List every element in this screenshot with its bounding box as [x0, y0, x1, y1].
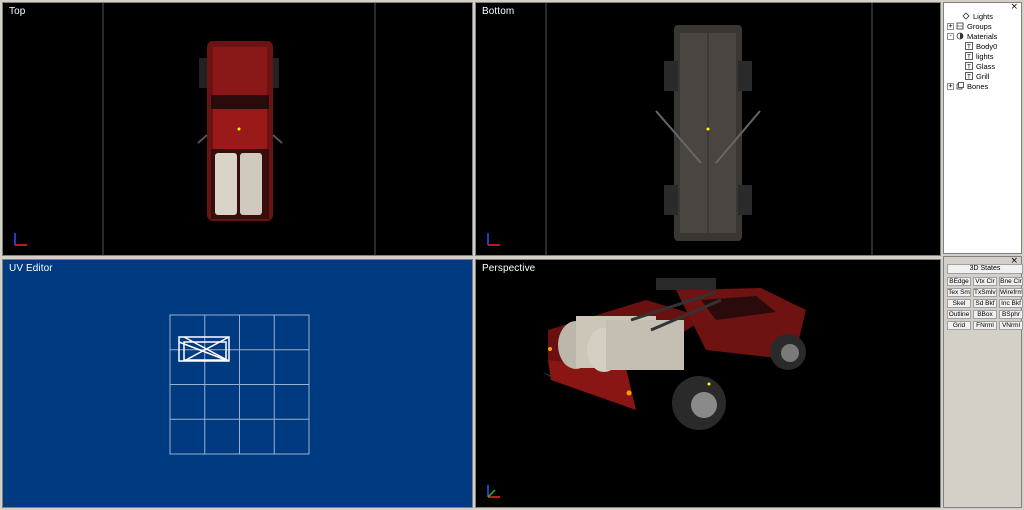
- svg-text:T: T: [967, 65, 971, 71]
- texture-icon: T: [965, 52, 973, 60]
- state-button-tex-sm[interactable]: Tex Sm: [947, 288, 971, 297]
- viewport-title-uv: UV Editor: [9, 263, 53, 274]
- svg-text:T: T: [967, 55, 971, 61]
- viewport-uv-editor[interactable]: UV Editor: [2, 259, 473, 508]
- svg-text:T: T: [967, 75, 971, 81]
- viewport-title-top: Top: [9, 6, 26, 17]
- state-button-outline[interactable]: Outline: [947, 310, 971, 319]
- group-icon: [956, 22, 964, 30]
- bone-icon: [956, 82, 964, 90]
- tree-item-bones[interactable]: + Bones: [947, 81, 988, 91]
- axis-gizmo-icon: [14, 233, 27, 246]
- state-button-wirefrme[interactable]: Wirefrme: [999, 288, 1023, 297]
- state-button-bbox[interactable]: BBox: [973, 310, 997, 319]
- axis-gizmo-icon: [487, 233, 500, 246]
- state-button-bsphr[interactable]: BSphr: [999, 310, 1023, 319]
- state-button-bne-clr[interactable]: Bne Clr: [999, 277, 1023, 286]
- material-icon: [956, 32, 964, 40]
- states-panel: × 3D States BEdge Vtx Clr Bne Clr Tex Sm TxS…: [943, 256, 1023, 508]
- perspective-scene: [542, 278, 806, 430]
- top-view-scene: [102, 3, 376, 255]
- state-button-skel[interactable]: Skel: [947, 299, 971, 308]
- texture-icon: T: [965, 62, 973, 70]
- tree-item-lights-material[interactable]: T lights: [965, 51, 994, 61]
- states-title-button[interactable]: 3D States: [947, 264, 1023, 274]
- tree-item-lights[interactable]: Lights: [953, 11, 993, 21]
- tree-item-grill[interactable]: T Grill: [965, 71, 989, 81]
- close-icon[interactable]: ×: [1010, 2, 1018, 12]
- state-button-vtx-clr[interactable]: Vtx Clr: [973, 277, 997, 286]
- viewport-title-perspective: Perspective: [482, 263, 536, 274]
- state-button-inc-bkf[interactable]: Inc Bkf: [999, 299, 1023, 308]
- texture-icon: T: [965, 72, 973, 80]
- bottom-view-scene: [545, 3, 873, 255]
- viewport-perspective[interactable]: Perspective: [475, 259, 941, 508]
- expand-icon[interactable]: +: [947, 82, 954, 90]
- state-button-sd-bkf[interactable]: Sd Bkf: [973, 299, 997, 308]
- state-button-vnrml[interactable]: VNrml: [999, 321, 1023, 330]
- tree-item-groups[interactable]: + Groups: [947, 21, 992, 31]
- texture-icon: T: [965, 42, 973, 50]
- uv-islands: [178, 336, 230, 362]
- viewport-bottom[interactable]: Bottom: [475, 2, 941, 256]
- scene-tree-panel: × Lights + Groups - Materials T Body0 T …: [943, 2, 1022, 254]
- tree-item-glass[interactable]: T Glass: [965, 61, 995, 71]
- state-button-grid[interactable]: Grid: [947, 321, 971, 330]
- tree-item-materials[interactable]: - Materials: [947, 31, 997, 41]
- viewport-title-bottom: Bottom: [482, 6, 515, 17]
- light-icon: [962, 12, 970, 20]
- tree-item-body0[interactable]: T Body0: [965, 41, 997, 51]
- viewport-top[interactable]: Top: [2, 2, 473, 256]
- state-button-fnrml[interactable]: FNrml: [973, 321, 997, 330]
- svg-text:T: T: [967, 45, 971, 51]
- state-button-txsmlvlr[interactable]: TxSmlvlr: [973, 288, 997, 297]
- truck-top-model: [197, 41, 283, 221]
- collapse-icon[interactable]: -: [947, 32, 954, 40]
- expand-icon[interactable]: +: [947, 22, 954, 30]
- truck-perspective-model: [542, 278, 806, 430]
- uv-grid: [169, 314, 310, 455]
- axis-gizmo-icon: [487, 485, 500, 498]
- truck-bottom-model: [655, 25, 761, 241]
- state-button-bedge[interactable]: BEdge: [947, 277, 971, 286]
